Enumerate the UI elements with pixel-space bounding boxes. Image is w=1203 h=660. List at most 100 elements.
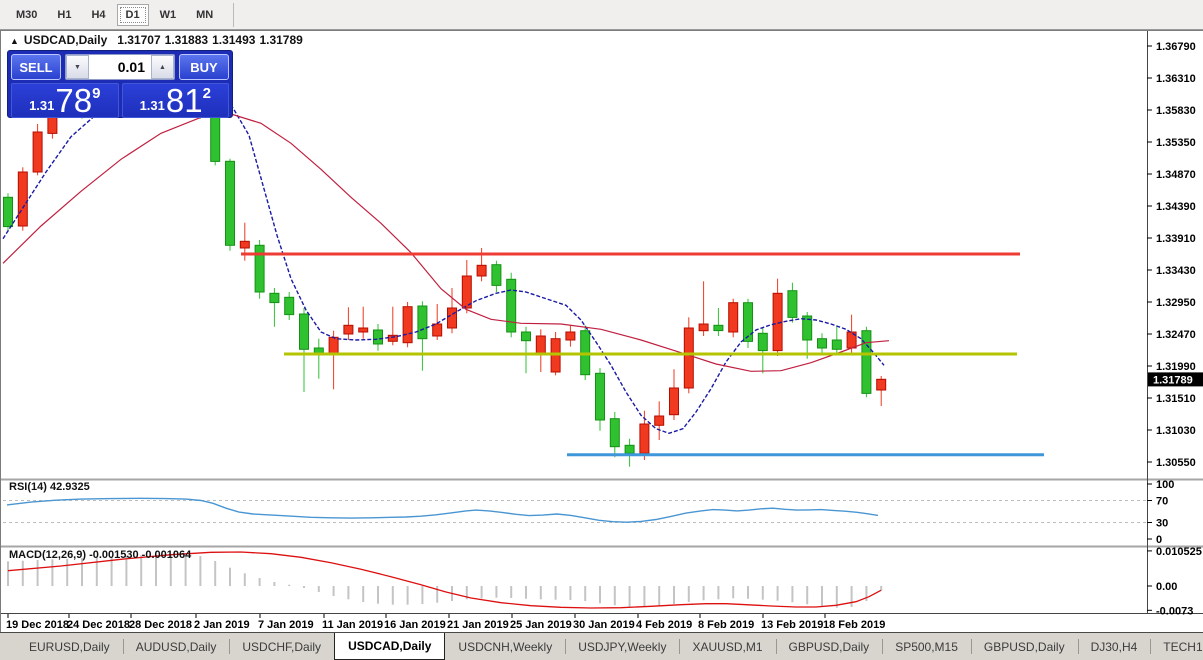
timeframe-button-m30[interactable]: M30: [7, 4, 46, 26]
chart-symbol-label: USDCAD,Daily: [24, 33, 107, 47]
chart-tab-gbpusd-daily[interactable]: GBPUSD,Daily: [776, 633, 883, 660]
rsi-axis-label: 30: [1156, 518, 1168, 530]
candle-body[interactable]: [655, 416, 664, 425]
candle-body[interactable]: [566, 332, 575, 340]
candle-body[interactable]: [240, 241, 249, 248]
candle-body[interactable]: [448, 308, 457, 328]
candle-body[interactable]: [270, 293, 279, 302]
candle-body[interactable]: [522, 332, 531, 341]
chart-tab-eurusd-daily[interactable]: EURUSD,Daily: [16, 633, 123, 660]
chart-tab-tech10[interactable]: TECH10: [1150, 633, 1203, 660]
timeframe-button-h1[interactable]: H1: [48, 4, 80, 26]
candle-body[interactable]: [33, 132, 42, 172]
candle-body[interactable]: [255, 245, 264, 292]
timeframe-button-d1[interactable]: D1: [117, 4, 149, 26]
candle-body[interactable]: [832, 340, 841, 349]
lot-size-input[interactable]: 0.01: [89, 55, 151, 79]
candle-body[interactable]: [729, 303, 738, 332]
price-axis-label: 1.33910: [1156, 233, 1196, 245]
timeframe-toolbar: M30H1H4D1W1MN: [0, 0, 1203, 30]
candle-body[interactable]: [285, 297, 294, 314]
toolbar-separator: [233, 3, 234, 27]
candle-body[interactable]: [388, 335, 397, 341]
candle-body[interactable]: [684, 328, 693, 388]
sell-button[interactable]: SELL: [11, 54, 61, 80]
chart-title: ▲USDCAD,Daily1.317071.318831.314931.3178…: [10, 33, 307, 47]
sell-quote[interactable]: 1.31789: [11, 83, 119, 118]
chart-tab-usdcnh-weekly[interactable]: USDCNH,Weekly: [445, 633, 565, 660]
candle-body[interactable]: [492, 265, 501, 286]
candle-body[interactable]: [788, 291, 797, 318]
candle-body[interactable]: [714, 325, 723, 330]
candle-body[interactable]: [300, 314, 309, 349]
rsi-line: [7, 498, 878, 522]
chart-tab-audusd-daily[interactable]: AUDUSD,Daily: [123, 633, 230, 660]
candle-body[interactable]: [403, 307, 412, 343]
candle-body[interactable]: [374, 330, 383, 344]
candle-body[interactable]: [433, 324, 442, 336]
chart-tab-gbpusd-daily[interactable]: GBPUSD,Daily: [971, 633, 1078, 660]
sell-price-prefix: 1.31: [29, 98, 54, 113]
date-axis-label: 7 Jan 2019: [258, 619, 314, 631]
price-axis-label: 1.30550: [1156, 457, 1196, 469]
candle-body[interactable]: [699, 324, 708, 331]
candle-body[interactable]: [462, 276, 471, 308]
collapse-triangle-icon[interactable]: ▲: [10, 36, 19, 46]
price-axis-label: 1.36310: [1156, 73, 1196, 85]
buy-quote[interactable]: 1.31812: [122, 83, 230, 118]
macd-axis-label: -0.0073: [1156, 605, 1193, 617]
candle-body[interactable]: [18, 172, 27, 226]
candle-body[interactable]: [536, 336, 545, 355]
candle-body[interactable]: [818, 339, 827, 348]
price-axis-label: 1.31510: [1156, 393, 1196, 405]
candle-body[interactable]: [670, 388, 679, 415]
buy-price-prefix: 1.31: [140, 98, 165, 113]
candle-body[interactable]: [625, 445, 634, 453]
chart-tab-xauusd-m1[interactable]: XAUUSD,M1: [679, 633, 775, 660]
price-axis-label: 1.34870: [1156, 169, 1196, 181]
ohlc-close: 1.31789: [259, 33, 302, 47]
timeframe-button-h4[interactable]: H4: [82, 4, 114, 26]
candle-body[interactable]: [877, 379, 886, 390]
date-axis-label: 11 Jan 2019: [322, 619, 383, 631]
buy-button[interactable]: BUY: [179, 54, 229, 80]
candle-body[interactable]: [359, 328, 368, 332]
chart-tab-usdjpy-weekly[interactable]: USDJPY,Weekly: [565, 633, 679, 660]
chart-tab-usdcad-daily[interactable]: USDCAD,Daily: [334, 633, 445, 660]
price-axis-label: 1.32470: [1156, 329, 1196, 341]
sell-price-big: 78: [55, 86, 92, 116]
candle-body[interactable]: [862, 331, 871, 394]
candle-body[interactable]: [758, 333, 767, 350]
lot-decrease-button[interactable]: ▼: [66, 55, 89, 79]
sell-price-pipette: 9: [92, 85, 100, 102]
chart-tab-bar: EURUSD,DailyAUDUSD,DailyUSDCHF,DailyUSDC…: [0, 632, 1203, 660]
date-axis-label: 19 Dec 2018: [6, 619, 69, 631]
chart-tab-sp500-m15[interactable]: SP500,M15: [882, 633, 971, 660]
date-axis-label: 16 Jan 2019: [384, 619, 446, 631]
lot-increase-button[interactable]: ▲: [151, 55, 174, 79]
candle-body[interactable]: [226, 161, 235, 245]
candle-body[interactable]: [418, 306, 427, 339]
candle-body[interactable]: [211, 115, 220, 162]
date-axis-label: 21 Jan 2019: [447, 619, 509, 631]
candle-body[interactable]: [344, 325, 353, 334]
price-chart-canvas[interactable]: 1.367901.363101.358301.353501.348701.343…: [1, 31, 1203, 632]
candle-body[interactable]: [477, 265, 486, 276]
macd-indicator-label: MACD(12,26,9) -0.001530 -0.001064: [9, 549, 191, 561]
timeframe-button-w1[interactable]: W1: [151, 4, 186, 26]
date-axis-label: 24 Dec 2018: [67, 619, 130, 631]
candle-body[interactable]: [329, 337, 338, 353]
timeframe-button-mn[interactable]: MN: [187, 4, 222, 26]
chart-tab-usdchf-daily[interactable]: USDCHF,Daily: [229, 633, 334, 660]
candle-body[interactable]: [507, 279, 516, 332]
candle-body[interactable]: [610, 419, 619, 447]
ohlc-open: 1.31707: [117, 33, 160, 47]
chart-tab-dj30-h4[interactable]: DJ30,H4: [1078, 633, 1151, 660]
buy-price-big: 81: [166, 86, 203, 116]
candle-body[interactable]: [4, 197, 13, 226]
ohlc-high: 1.31883: [165, 33, 208, 47]
date-axis-label: 18 Feb 2019: [823, 619, 885, 631]
ma-slow-line: [3, 114, 889, 371]
candle-body[interactable]: [596, 373, 605, 420]
candle-body[interactable]: [640, 424, 649, 453]
